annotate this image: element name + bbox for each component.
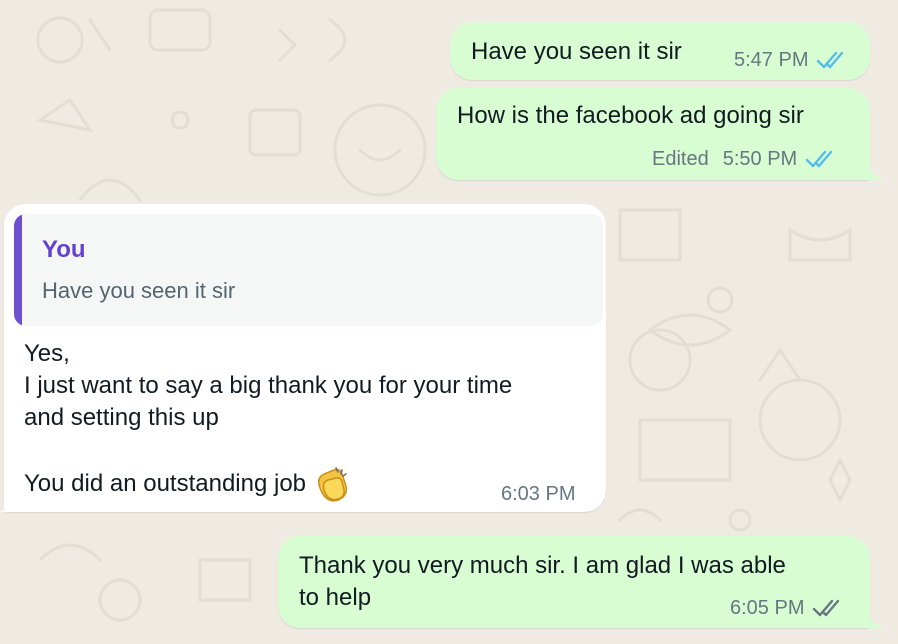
outgoing-message[interactable]: Thank you very much sir. I am glad I was… (278, 536, 870, 628)
quoted-message[interactable]: You Have you seen it sir (14, 214, 603, 326)
message-time: 5:50 PM (722, 148, 798, 170)
bubble-tail (864, 610, 886, 628)
outgoing-message[interactable]: Have you seen it sir 5:47 PM (450, 22, 870, 80)
message-meta: 6:03 PM (501, 478, 575, 510)
double-check-delivered-icon (813, 599, 840, 617)
message-text-line: I just want to say a big thank you for y… (24, 372, 513, 399)
message-time: 6:03 PM (501, 483, 576, 505)
bubble-tail (864, 160, 886, 180)
message-text-line: to help (299, 584, 372, 611)
quote-accent-bar (14, 214, 22, 326)
message-last-line: You did an outstanding job (24, 466, 352, 502)
bubble-tail (0, 494, 16, 512)
message-time: 6:05 PM (730, 597, 805, 619)
quote-author: You (42, 236, 86, 263)
double-check-read-icon (806, 150, 833, 168)
message-text: Have you seen it sir (471, 38, 682, 65)
clapping-hands-icon (317, 467, 348, 502)
message-meta: Edited 5:50 PM (652, 143, 835, 175)
message-meta: 5:47 PM (734, 44, 846, 76)
quote-text: Have you seen it sir (42, 278, 236, 303)
message-text: How is the facebook ad going sir (457, 102, 804, 129)
edited-label: Edited (652, 148, 709, 170)
message-time: 5:47 PM (734, 49, 809, 71)
message-meta: 6:05 PM (730, 592, 842, 624)
message-text-line: and setting this up (24, 404, 219, 431)
incoming-message[interactable]: You Have you seen it sir Yes, I just wan… (4, 204, 606, 512)
message-text-line: Thank you very much sir. I am glad I was… (299, 552, 786, 579)
outgoing-message[interactable]: How is the facebook ad going sir Edited … (436, 88, 870, 180)
message-text-line: Yes, (24, 340, 70, 367)
double-check-read-icon (817, 51, 844, 69)
message-text-line: You did an outstanding job (24, 470, 307, 497)
